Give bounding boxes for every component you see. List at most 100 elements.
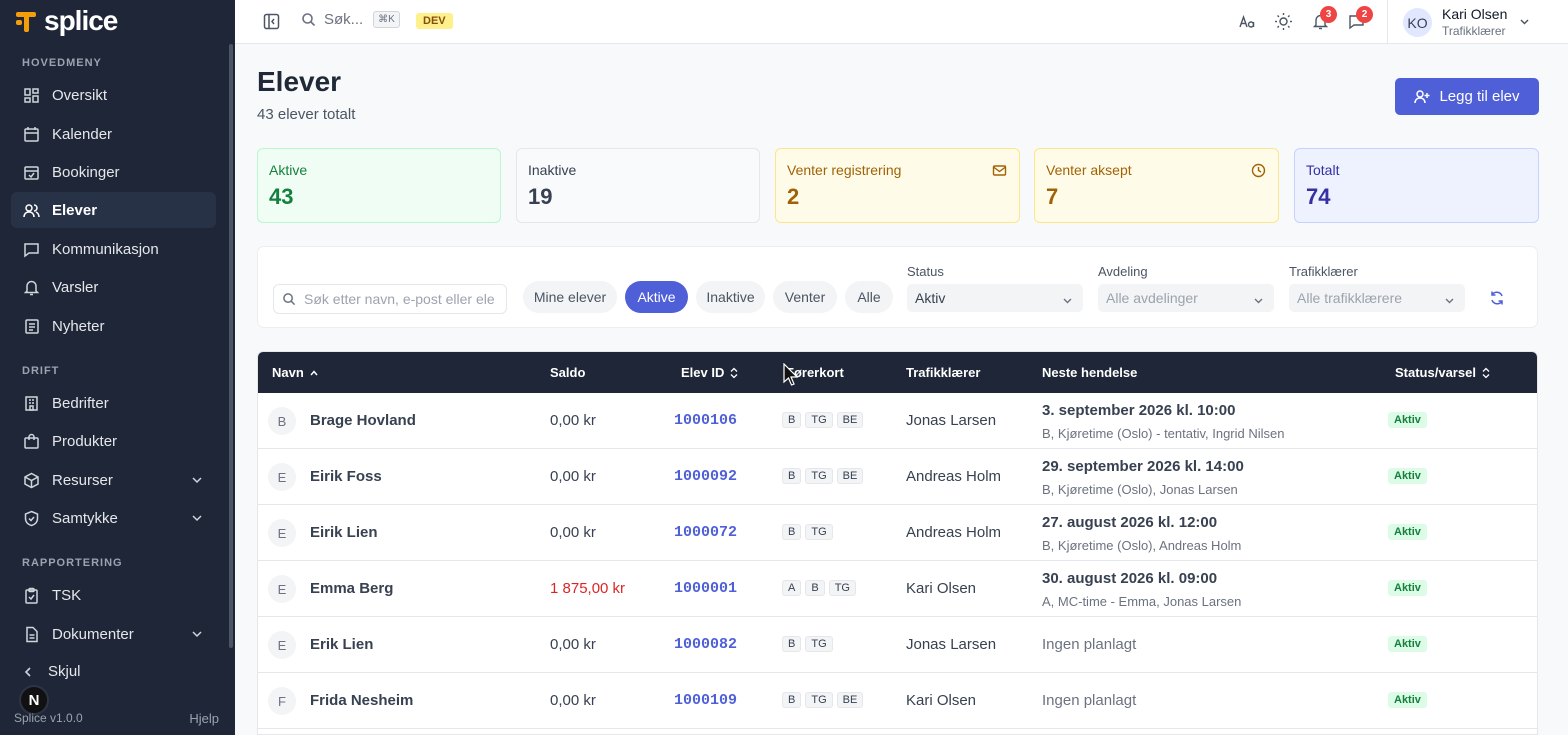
sidebar-item-oversikt[interactable]: Oversikt xyxy=(11,77,216,113)
department-select-value: Alle avdelinger xyxy=(1106,290,1198,306)
student-name[interactable]: Brage Hovland xyxy=(310,412,416,429)
stat-card-inactive[interactable]: Inaktive 19 xyxy=(516,148,760,223)
student-name[interactable]: Erik Lien xyxy=(310,636,373,653)
status-select[interactable]: Aktiv xyxy=(907,284,1083,312)
student-teacher: Andreas Holm xyxy=(906,468,1002,485)
student-id-link[interactable]: 1000109 xyxy=(674,692,737,709)
hide-sidebar-button[interactable]: Skjul xyxy=(22,663,81,680)
add-student-label: Legg til elev xyxy=(1439,88,1520,105)
search-icon xyxy=(283,293,296,306)
global-search[interactable]: Søk... ⌘K xyxy=(301,11,400,28)
student-name[interactable]: Eirik Foss xyxy=(310,468,382,485)
student-saldo: 0,00 kr xyxy=(550,412,596,429)
sidebar-item-varsler[interactable]: Varsler xyxy=(11,269,216,305)
next-event-date: 30. august 2026 kl. 09:00 xyxy=(1042,570,1218,587)
chevron-down-icon xyxy=(1253,293,1264,309)
sidebar-footer: Skjul N Splice v1.0.0 Hjelp xyxy=(0,654,235,735)
stat-card-total[interactable]: Totalt 74 xyxy=(1294,148,1539,223)
sidebar-item-kalender[interactable]: Kalender xyxy=(11,116,216,152)
scrollbar-thumb[interactable] xyxy=(229,44,233,648)
stat-card-pending-acceptance[interactable]: Venter aksept 7 xyxy=(1034,148,1279,223)
splice-logo-icon xyxy=(16,8,42,34)
sidebar-item-samtykke[interactable]: Samtykke xyxy=(11,500,216,536)
next-event-detail: A, MC-time - Emma, Jonas Larsen xyxy=(1042,594,1242,609)
sidebar-item-dokumenter[interactable]: Dokumenter xyxy=(11,616,216,650)
filter-pill-all[interactable]: Alle xyxy=(845,281,893,313)
teacher-select[interactable]: Alle trafikklærere xyxy=(1289,284,1465,312)
mail-icon xyxy=(992,163,1007,183)
license-badge: TG xyxy=(805,692,833,708)
messages-count: 2 xyxy=(1356,6,1373,23)
building-icon xyxy=(23,395,40,412)
status-select-value: Aktiv xyxy=(915,290,946,306)
table-row[interactable]: B Brage Hovland 0,00 kr 1000106 B TG BE … xyxy=(258,393,1537,449)
stat-card-pending-registration[interactable]: Venter registrering 2 xyxy=(775,148,1020,223)
student-search[interactable] xyxy=(273,284,507,314)
filter-pill-mine[interactable]: Mine elever xyxy=(523,281,617,313)
refresh-icon[interactable] xyxy=(1489,290,1505,311)
sidebar-item-nyheter[interactable]: Nyheter xyxy=(11,308,216,344)
sidebar-item-label: Produkter xyxy=(52,432,118,450)
license-badge: B xyxy=(782,636,802,652)
student-id-link[interactable]: 1000106 xyxy=(674,412,737,429)
table-row[interactable]: E Erik Lien 0,00 kr 1000082 B TG Jonas L… xyxy=(258,617,1537,673)
student-name[interactable]: Emma Berg xyxy=(310,580,393,597)
add-student-button[interactable]: Legg til elev xyxy=(1395,78,1539,115)
avatar[interactable]: KO xyxy=(1403,8,1432,37)
avatar: B xyxy=(268,407,296,435)
license-badge: TG xyxy=(805,636,833,652)
sidebar-item-tsk[interactable]: TSK xyxy=(11,577,216,613)
chevron-down-icon[interactable] xyxy=(1518,15,1531,33)
filter-pill-pending[interactable]: Venter xyxy=(773,281,837,313)
license-badge: BE xyxy=(836,692,864,708)
students-table: Navn Saldo Elev ID Førerkort Trafikklære… xyxy=(257,351,1538,735)
filter-pill-inactive[interactable]: Inaktive xyxy=(696,281,765,313)
license-badge: TG xyxy=(828,580,856,596)
sidebar-item-kommunikasjon[interactable]: Kommunikasjon xyxy=(11,231,216,267)
license-badge: B xyxy=(805,580,825,596)
search-shortcut: ⌘K xyxy=(373,11,400,28)
table-row[interactable]: E Eirik Lien 0,00 kr 1000072 B TG Andrea… xyxy=(258,505,1537,561)
bell-icon xyxy=(23,279,40,296)
student-id-link[interactable]: 1000082 xyxy=(674,636,737,653)
table-row[interactable]: F Frida Nesheim 0,00 kr 1000109 B TG BE … xyxy=(258,673,1537,729)
text-size-icon[interactable] xyxy=(1238,13,1256,31)
sidebar-item-label: Kalender xyxy=(52,125,113,143)
sidebar-item-label: Elever xyxy=(52,201,98,219)
student-id-link[interactable]: 1000001 xyxy=(674,580,737,597)
student-search-input[interactable] xyxy=(304,291,494,307)
document-icon xyxy=(23,626,40,643)
column-header-status[interactable]: Status/varsel xyxy=(1395,365,1491,380)
sidebar-item-bedrifter[interactable]: Bedrifter xyxy=(11,385,216,421)
column-header-name[interactable]: Navn xyxy=(272,365,319,380)
sidebar-item-produkter[interactable]: Produkter xyxy=(11,423,216,459)
sidebar-item-bookinger[interactable]: Bookinger xyxy=(11,154,216,190)
filter-pill-active[interactable]: Aktive xyxy=(625,281,688,313)
sidebar-item-label: Varsler xyxy=(52,278,99,296)
table-row[interactable]: E Emma Berg 1 875,00 kr 1000001 A B TG K… xyxy=(258,561,1537,617)
column-header-elev-id[interactable]: Elev ID xyxy=(681,365,739,380)
help-link[interactable]: Hjelp xyxy=(189,711,219,726)
student-name[interactable]: Frida Nesheim xyxy=(310,692,413,709)
theme-toggle-icon[interactable] xyxy=(1274,12,1293,31)
table-row[interactable]: E Eirik Foss 0,00 kr 1000092 B TG BE And… xyxy=(258,449,1537,505)
license-classes: A B TG xyxy=(782,580,856,596)
student-saldo: 1 875,00 kr xyxy=(550,580,626,597)
department-select[interactable]: Alle avdelinger xyxy=(1098,284,1274,312)
stat-card-active[interactable]: Aktive 43 xyxy=(257,148,501,223)
license-badge: B xyxy=(782,412,802,428)
sidebar-item-elever[interactable]: Elever xyxy=(11,192,216,228)
student-id-link[interactable]: 1000072 xyxy=(674,524,737,541)
user-name[interactable]: Kari Olsen xyxy=(1442,6,1507,22)
logo[interactable]: splice xyxy=(16,5,118,36)
sidebar-toggle-icon[interactable] xyxy=(263,13,280,30)
messages-button[interactable]: 2 xyxy=(1348,6,1373,30)
sidebar-item-resurser[interactable]: Resurser xyxy=(11,462,216,498)
column-header-label: Trafikklærer xyxy=(906,365,981,380)
notifications-button[interactable]: 3 xyxy=(1312,6,1337,30)
stat-value: 2 xyxy=(787,184,800,209)
student-name[interactable]: Eirik Lien xyxy=(310,524,378,541)
column-header-next-event: Neste hendelse xyxy=(1042,365,1137,380)
student-id-link[interactable]: 1000092 xyxy=(674,468,737,485)
sidebar-scrollbar[interactable] xyxy=(228,44,234,648)
